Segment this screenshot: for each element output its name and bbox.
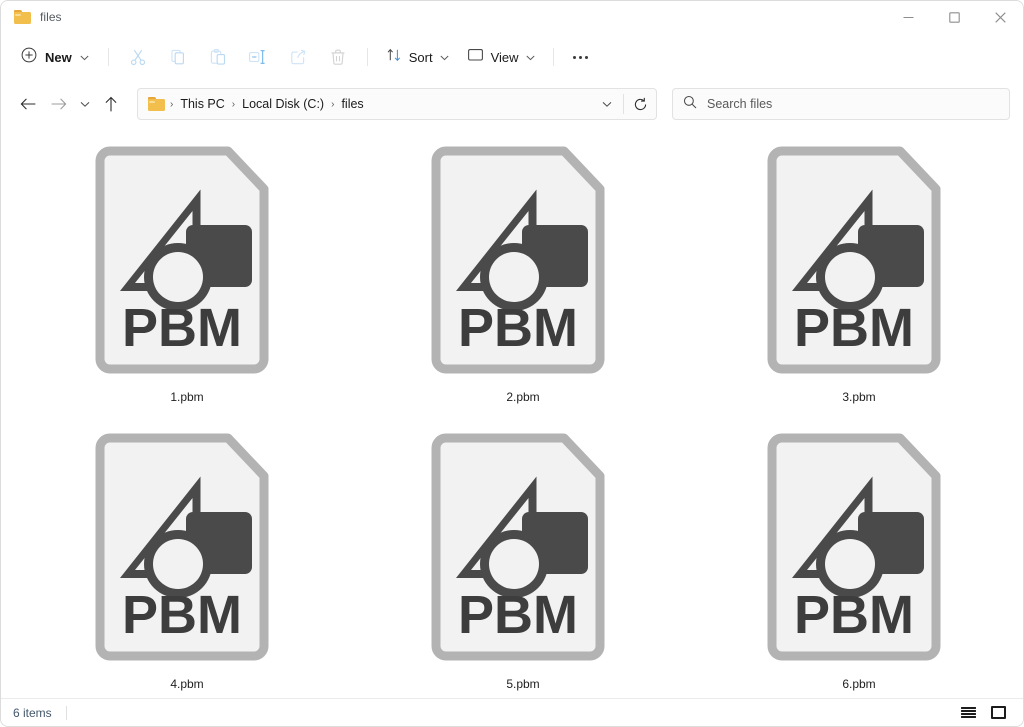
file-name-label: 1.pbm	[170, 390, 204, 404]
view-button-label: View	[490, 49, 519, 65]
file-item[interactable]: PBM 1.pbm	[19, 139, 355, 406]
file-item[interactable]: PBM 2.pbm	[355, 139, 691, 406]
window-title: files	[40, 10, 62, 24]
minimize-button[interactable]	[885, 1, 931, 33]
svg-text:PBM: PBM	[122, 298, 242, 358]
address-bar-actions	[593, 90, 654, 118]
large-icons-view-button[interactable]	[990, 704, 1007, 721]
large-icons-view-icon	[991, 706, 1006, 719]
pbm-file-icon: PBM	[427, 139, 619, 379]
breadcrumb: › This PC › Local Disk (C:) › files	[148, 94, 593, 114]
toolbar-divider-2	[366, 48, 368, 66]
search-box[interactable]	[672, 88, 1010, 120]
plus-circle-icon	[21, 47, 37, 68]
new-button-label: New	[45, 49, 72, 65]
pbm-file-icon: PBM	[427, 426, 619, 666]
pbm-file-icon: PBM	[91, 426, 283, 666]
close-button[interactable]	[977, 1, 1023, 33]
breadcrumb-item-local-disk[interactable]: Local Disk (C:)	[236, 94, 330, 114]
recent-locations-button[interactable]	[73, 88, 97, 120]
file-item[interactable]: PBM 3.pbm	[691, 139, 1023, 406]
address-bar[interactable]: › This PC › Local Disk (C:) › files	[137, 88, 657, 120]
breadcrumb-folder-icon[interactable]	[148, 97, 165, 111]
file-list-area[interactable]: PBM 1.pbm PBM 2.pbm PBM 3.pbm PBM 4.pbm …	[1, 127, 1023, 698]
ellipsis-icon	[573, 55, 589, 59]
cut-button[interactable]	[118, 41, 158, 73]
maximize-button[interactable]	[931, 1, 977, 33]
forward-button[interactable]	[43, 88, 72, 120]
navigation-bar: › This PC › Local Disk (C:) › files	[1, 81, 1023, 127]
view-button[interactable]: View	[458, 41, 544, 73]
delete-button[interactable]	[318, 41, 358, 73]
paste-button[interactable]	[198, 41, 238, 73]
file-item[interactable]: PBM 4.pbm	[19, 426, 355, 693]
file-name-label: 2.pbm	[506, 390, 540, 404]
svg-text:PBM: PBM	[794, 585, 914, 645]
pbm-file-icon: PBM	[763, 426, 955, 666]
status-bar: 6 items	[1, 698, 1023, 726]
breadcrumb-item-files[interactable]: files	[335, 94, 369, 114]
view-toggles	[960, 704, 1011, 721]
svg-text:PBM: PBM	[794, 298, 914, 358]
address-bar-divider	[623, 94, 624, 114]
rename-button[interactable]	[238, 41, 278, 73]
file-explorer-window: files New Sort View › This PC › Local Di…	[0, 0, 1024, 727]
share-button[interactable]	[278, 41, 318, 73]
copy-button[interactable]	[158, 41, 198, 73]
status-divider	[65, 705, 67, 720]
pbm-file-icon: PBM	[91, 139, 283, 379]
refresh-button[interactable]	[626, 90, 654, 118]
window-controls	[885, 1, 1023, 33]
up-button[interactable]	[97, 88, 126, 120]
chevron-down-icon	[525, 48, 535, 66]
search-icon	[683, 95, 697, 114]
file-name-label: 6.pbm	[842, 677, 876, 691]
svg-text:PBM: PBM	[458, 298, 578, 358]
file-name-label: 4.pbm	[170, 677, 204, 691]
file-name-label: 3.pbm	[842, 390, 876, 404]
pbm-file-icon: PBM	[763, 139, 955, 379]
chevron-down-icon	[440, 48, 449, 66]
folder-icon	[14, 10, 31, 24]
file-name-label: 5.pbm	[506, 677, 540, 691]
search-input[interactable]	[707, 97, 999, 111]
sort-button[interactable]: Sort	[377, 41, 458, 73]
svg-text:PBM: PBM	[122, 585, 242, 645]
see-more-button[interactable]	[563, 41, 599, 73]
toolbar-divider	[107, 48, 109, 66]
sort-arrows-icon	[386, 47, 402, 68]
file-item[interactable]: PBM 5.pbm	[355, 426, 691, 693]
address-dropdown-button[interactable]	[593, 90, 621, 118]
command-bar: New Sort View	[1, 33, 1023, 81]
back-button[interactable]	[14, 88, 43, 120]
details-view-button[interactable]	[960, 704, 977, 721]
sort-button-label: Sort	[408, 49, 433, 65]
title-bar: files	[1, 1, 1023, 33]
toolbar-divider-3	[552, 48, 554, 66]
chevron-down-icon	[80, 48, 89, 66]
item-count-label: 6 items	[13, 705, 52, 720]
title-bar-left: files	[1, 10, 62, 24]
monitor-icon	[467, 47, 484, 68]
file-item[interactable]: PBM 6.pbm	[691, 426, 1023, 693]
details-view-icon	[961, 707, 976, 718]
svg-text:PBM: PBM	[458, 585, 578, 645]
new-button[interactable]: New	[13, 41, 99, 73]
breadcrumb-item-this-pc[interactable]: This PC	[174, 94, 230, 114]
file-grid: PBM 1.pbm PBM 2.pbm PBM 3.pbm PBM 4.pbm …	[1, 139, 1023, 693]
